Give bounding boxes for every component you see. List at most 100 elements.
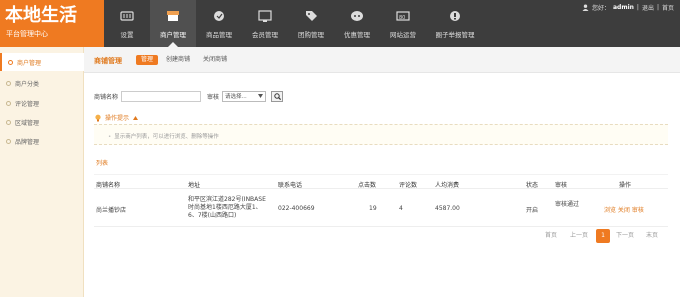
nav-label: 网站运营 [390, 31, 416, 39]
table-header-cell: 联系电话 [278, 182, 303, 189]
table-header-cell: 商铺名称 [96, 182, 121, 189]
shop-icon [167, 11, 179, 21]
comments-cell: 4 [399, 205, 403, 212]
circle-report-icon [450, 11, 460, 21]
logo-title: 本地生活 [5, 5, 77, 26]
nav-label: 圈子举报管理 [435, 31, 475, 39]
address-cell: 和平区滨江道282号(INBASE时尚基地1楼西厄路大厦1、6、7楼(山西路口) [188, 196, 266, 219]
lightbulb-icon [95, 114, 101, 121]
audit-select-value: 请选择... [225, 94, 247, 100]
table-header-cell: 操作 [619, 182, 632, 189]
sidebar-item-label: 商户分类 [15, 80, 40, 88]
search-icon [273, 92, 281, 100]
sidebar: 商户管理 商户分类 评论管理 区域管理 品牌管理 [0, 47, 85, 297]
nav-item-groupbuy[interactable]: 团购管理 [288, 0, 334, 47]
logo-subtitle: 平台管理中心 [6, 30, 48, 38]
goods-icon [214, 11, 224, 21]
search-row: 商铺名称 审核 请选择... [94, 90, 284, 102]
sidebar-item-brand[interactable]: 品牌管理 [0, 132, 84, 150]
member-icon [258, 10, 272, 22]
sidebar-item-merchant[interactable]: 商户管理 [0, 53, 85, 71]
page-title: 商铺管理 [94, 57, 122, 65]
separator: | [656, 4, 659, 11]
coupon-icon [351, 11, 363, 21]
audit-cell: 审核通过 [555, 201, 580, 208]
svg-text:80: 80 [399, 15, 405, 21]
shop-name-input[interactable] [121, 90, 202, 102]
separator: | [636, 4, 639, 11]
tab-close-shop[interactable]: 关闭商铺 [198, 55, 232, 65]
chevron-up-icon [133, 115, 139, 120]
table-header: 商铺名称 地址 联系电话 点击数 评论数 人均消费 状态 审核 操作 [94, 174, 668, 189]
nav-label: 商品管理 [206, 31, 232, 39]
user-greeting: 您好： [591, 5, 610, 12]
nav-label: 团购管理 [298, 31, 324, 39]
tips-title: 操作提示 [105, 115, 130, 122]
user-name: admin [612, 4, 634, 11]
pager-next[interactable]: 下一页 [616, 229, 634, 243]
audit-select[interactable]: 请选择... [222, 90, 267, 102]
sidebar-item-label: 评论管理 [15, 100, 40, 108]
main-content: 商铺管理 管理 创建商铺 关闭商铺 商铺名称 审核 请选择... 操作提示 显示… [84, 47, 680, 297]
tabs-bar: 商铺管理 管理 创建商铺 关闭商铺 [84, 47, 680, 73]
bullet-icon [8, 59, 13, 65]
sidebar-item-label: 区域管理 [15, 119, 40, 127]
table-header-cell: 审核 [555, 182, 568, 189]
sidebar-item-comments[interactable]: 评论管理 [0, 94, 84, 112]
bullet-icon [6, 138, 11, 144]
sidebar-item-label: 品牌管理 [15, 138, 40, 146]
table-row: 尚兰播钞店 和平区滨江道282号(INBASE时尚基地1楼西厄路大厦1、6、7楼… [94, 193, 668, 227]
nav-item-member[interactable]: 会员管理 [242, 0, 288, 47]
row-actions[interactable]: 浏览 关闭 审核 [604, 205, 644, 214]
tips-text: 显示商户列表，可以进行浏览、删除等操作 [108, 132, 219, 140]
shop-name-label: 商铺名称 [94, 93, 119, 101]
tab-create-shop[interactable]: 创建商铺 [161, 55, 195, 65]
pager-last[interactable]: 末页 [646, 229, 658, 243]
phone-cell: 022-400669 [278, 205, 315, 212]
chevron-down-icon [258, 94, 264, 98]
user-icon [582, 4, 589, 11]
tab-manage[interactable]: 管理 [136, 55, 159, 65]
sidebar-item-category[interactable]: 商户分类 [0, 74, 84, 92]
tag-icon [306, 11, 317, 21]
nav-item-settings[interactable]: 设置 [104, 0, 150, 47]
audit-label: 审核 [207, 93, 220, 101]
nav-label: 会员管理 [252, 31, 278, 39]
search-button[interactable] [271, 90, 284, 102]
pager-prev[interactable]: 上一页 [570, 229, 588, 243]
shop-name-cell: 尚兰播钞店 [96, 207, 127, 214]
sidebar-item-region[interactable]: 区域管理 [0, 113, 84, 131]
pager-current[interactable]: 1 [596, 229, 610, 243]
pager-first[interactable]: 首页 [545, 229, 557, 243]
list-label: 列表 [96, 160, 109, 167]
logo[interactable]: 本地生活 平台管理中心 [0, 0, 104, 47]
main-nav: 设置 商户管理 商品管理 会员管理 团购管理 优惠管理 80 网站运营 圈子举报 [104, 0, 484, 47]
nav-item-site[interactable]: 80 网站运营 [380, 0, 426, 47]
sidebar-item-label: 商户管理 [17, 59, 42, 67]
user-box: 您好： admin | 退出 | 首页 [582, 3, 674, 12]
nav-item-merchant[interactable]: 商户管理 [150, 0, 196, 47]
table-header-cell: 地址 [188, 182, 201, 189]
table-header-cell: 状态 [526, 182, 539, 189]
site-icon: 80 [396, 11, 410, 21]
home-link[interactable]: 首页 [662, 3, 674, 12]
bullet-icon [6, 100, 11, 106]
nav-label: 优惠管理 [344, 31, 370, 39]
nav-label: 商户管理 [160, 31, 186, 39]
nav-item-coupon[interactable]: 优惠管理 [334, 0, 380, 47]
table-header-cell: 点击数 [358, 182, 377, 189]
nav-item-goods[interactable]: 商品管理 [196, 0, 242, 47]
avg-spend-cell: 4587.00 [435, 205, 460, 212]
status-cell: 开启 [526, 207, 539, 214]
nav-label: 设置 [120, 31, 134, 39]
tips-box: 显示商户列表，可以进行浏览、删除等操作 [94, 124, 668, 145]
bullet-icon [6, 80, 11, 86]
table-header-cell: 评论数 [399, 182, 418, 189]
logout-link[interactable]: 退出 [642, 3, 654, 12]
table-header-cell: 人均消费 [435, 182, 460, 189]
settings-icon [120, 11, 134, 21]
clicks-cell: 19 [369, 205, 377, 212]
tips-header[interactable]: 操作提示 [94, 113, 139, 122]
bullet-icon [6, 119, 11, 125]
nav-item-circle-report[interactable]: 圈子举报管理 [426, 0, 484, 47]
